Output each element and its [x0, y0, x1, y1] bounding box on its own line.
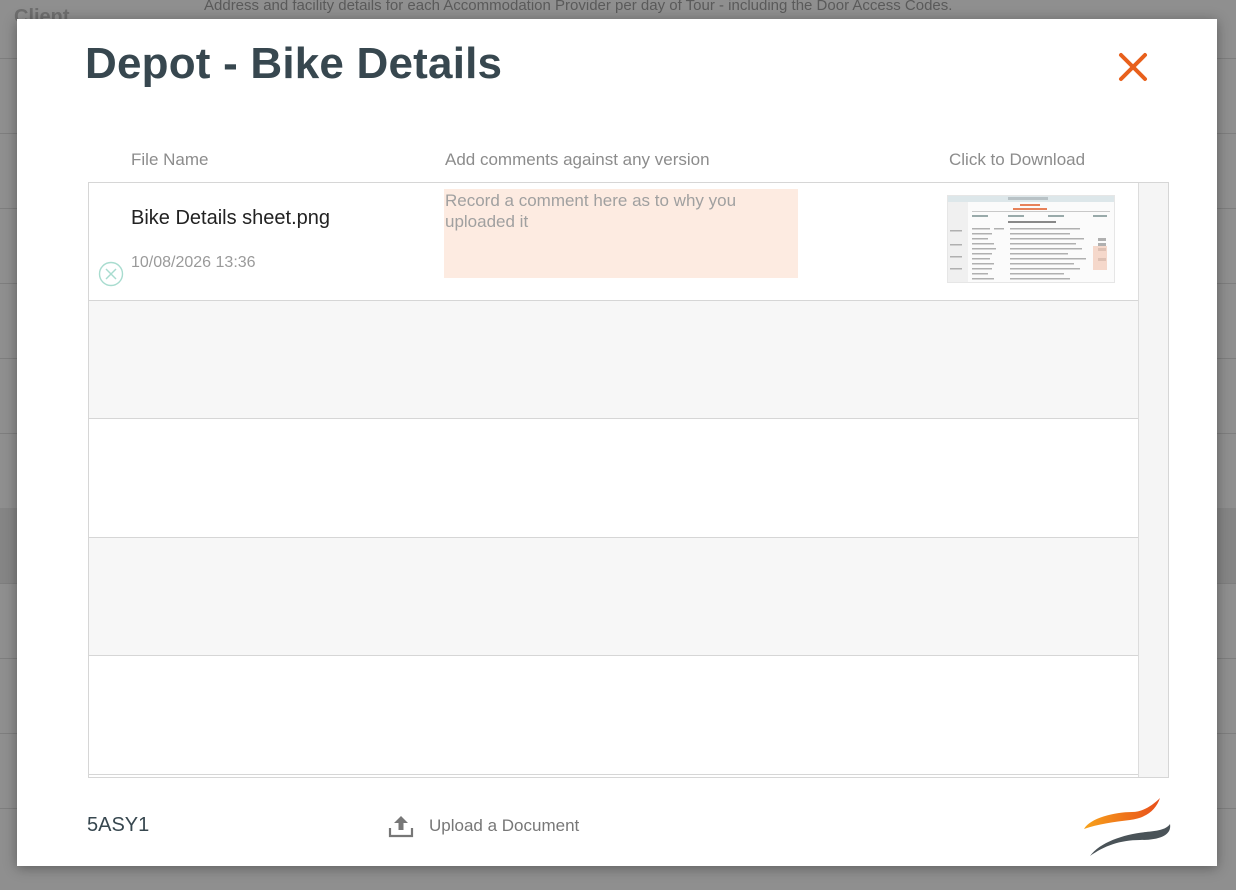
table-row [89, 420, 1138, 538]
brand-logo [1080, 796, 1172, 858]
table-row [89, 657, 1138, 775]
reference-code: 5ASY1 [87, 814, 150, 836]
comment-input[interactable] [444, 189, 798, 278]
column-header-file-name: File Name [131, 150, 209, 169]
file-date: 10/08/2026 13:36 [131, 254, 256, 271]
document-modal: Depot - Bike Details File Name Add comme… [17, 19, 1217, 866]
file-version-list: Bike Details sheet.png 10/08/2026 13:36 [89, 183, 1138, 777]
download-thumbnail[interactable] [947, 195, 1115, 283]
column-header-download: Click to Download [949, 150, 1086, 169]
file-name: Bike Details sheet.png [131, 207, 331, 229]
upload-icon [388, 816, 414, 838]
table-row [89, 538, 1138, 656]
document-preview-icon [948, 196, 1114, 282]
close-button[interactable] [1115, 49, 1151, 85]
column-header-comments: Add comments against any version [445, 150, 710, 169]
swoosh-logo-icon [1084, 798, 1171, 856]
remove-circle-icon [98, 261, 124, 287]
modal-title: Depot - Bike Details [85, 39, 503, 88]
table-row [89, 301, 1138, 419]
close-icon [1119, 53, 1147, 81]
table-row: Bike Details sheet.png 10/08/2026 13:36 [89, 183, 1138, 301]
file-version-table: Bike Details sheet.png 10/08/2026 13:36 [88, 182, 1169, 778]
upload-document-label: Upload a Document [429, 816, 580, 835]
upload-document-button[interactable]: Upload a Document [388, 812, 579, 840]
background-header-text: Address and facility details for each Ac… [204, 0, 953, 14]
delete-file-button[interactable] [98, 261, 124, 287]
table-scrollbar[interactable] [1138, 183, 1168, 777]
